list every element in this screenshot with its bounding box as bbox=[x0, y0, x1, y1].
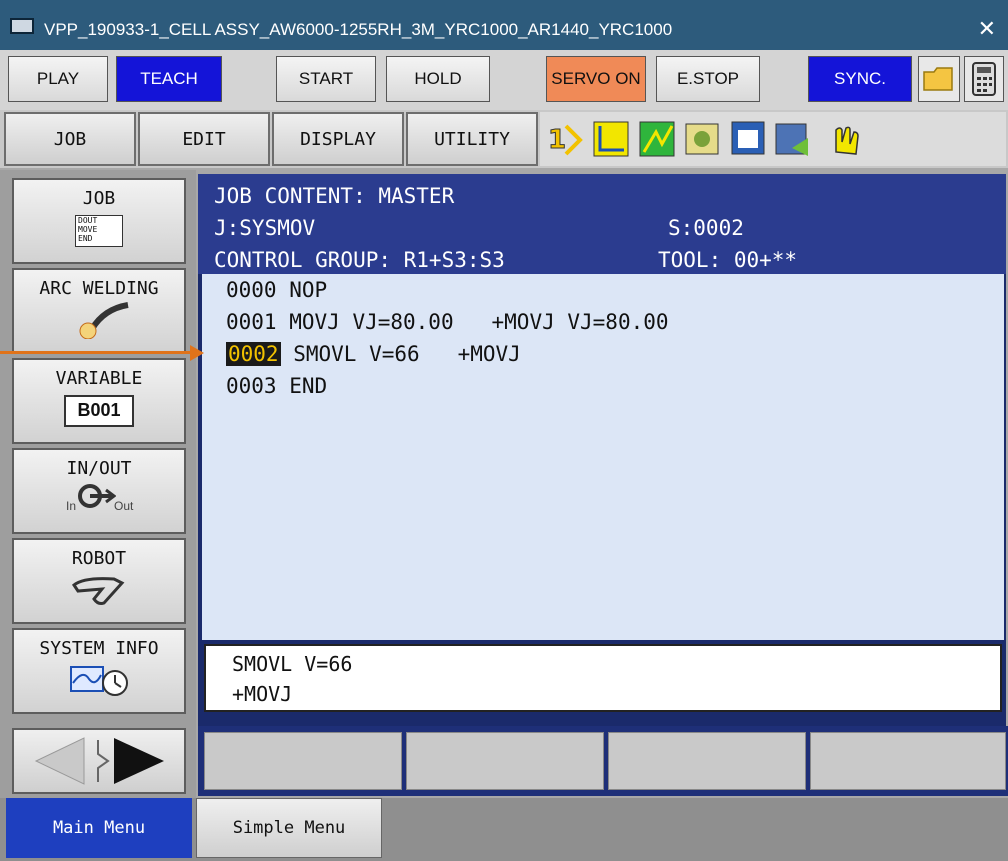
welding-torch-icon bbox=[79, 302, 129, 340]
left-menu-panel: JOB DOUT MOVE END ARC WELDING VARIABLE B… bbox=[0, 170, 196, 800]
line-instruction: MOVJ VJ=80.00 +MOVJ VJ=80.00 bbox=[289, 310, 669, 334]
function-key-2[interactable] bbox=[406, 732, 604, 790]
left-menu-robot[interactable]: ROBOT bbox=[12, 538, 186, 624]
inout-icon: In Out bbox=[14, 479, 184, 519]
sync-button[interactable]: SYNC. bbox=[808, 56, 912, 102]
job-icon-line: DOUT bbox=[78, 216, 98, 225]
function-key-3[interactable] bbox=[608, 732, 806, 790]
page-icon bbox=[775, 123, 808, 156]
simple-menu-tab[interactable]: Simple Menu bbox=[196, 798, 382, 858]
estop-button[interactable]: E.STOP bbox=[656, 56, 760, 102]
pointer-arrow-head bbox=[190, 345, 204, 361]
inout-out-label: Out bbox=[114, 499, 134, 513]
job-lines-area[interactable]: 0000 NOP 0001 MOVJ VJ=80.00 +MOVJ VJ=80.… bbox=[202, 274, 1004, 640]
left-menu-job-label: JOB bbox=[82, 188, 116, 209]
hand-icon bbox=[835, 126, 859, 155]
pointer-arrow bbox=[0, 351, 198, 354]
play-button[interactable]: PLAY bbox=[8, 56, 108, 102]
line-instruction: SMOVL V=66 +MOVJ bbox=[293, 342, 521, 366]
job-line-current[interactable]: 0002 SMOVL V=66 +MOVJ bbox=[226, 342, 521, 366]
utility-menu-button[interactable]: UTILITY bbox=[406, 112, 538, 166]
job-line[interactable]: 0000 NOP bbox=[226, 278, 327, 302]
status-icons-area: 1 bbox=[540, 112, 1006, 166]
system-info-icon bbox=[70, 666, 128, 696]
line-number: 0001 bbox=[226, 310, 277, 334]
page-navigation bbox=[12, 728, 186, 794]
left-menu-system-info-label: SYSTEM INFO bbox=[39, 638, 159, 659]
job-header: JOB CONTENT: MASTER J:SYSMOV S:0002 CONT… bbox=[198, 174, 1006, 274]
function-key-1[interactable] bbox=[204, 732, 402, 790]
tool-icon bbox=[731, 121, 765, 155]
function-key-4[interactable] bbox=[810, 732, 1006, 790]
line-number: 0000 bbox=[226, 278, 277, 302]
line-instruction: NOP bbox=[289, 278, 328, 302]
left-menu-inout[interactable]: IN/OUT In Out bbox=[12, 448, 186, 534]
tool-number: TOOL: 00+** bbox=[658, 248, 798, 272]
left-menu-arc-welding-label: ARC WELDING bbox=[39, 278, 159, 299]
job-content-title: JOB CONTENT: MASTER bbox=[214, 184, 455, 208]
coordinate-icon bbox=[593, 121, 629, 157]
job-file-icon: DOUT MOVE END bbox=[75, 215, 123, 247]
job-line[interactable]: 0003 END bbox=[226, 374, 327, 398]
svg-text:1: 1 bbox=[548, 125, 566, 155]
menu-toolbar: JOB EDIT DISPLAY UTILITY 1 bbox=[0, 110, 1008, 168]
app-icon bbox=[10, 18, 34, 34]
mode-toolbar: PLAY TEACH START HOLD SERVO ON E.STOP SY… bbox=[0, 50, 1008, 110]
step-number: S:0002 bbox=[668, 216, 744, 240]
start-button[interactable]: START bbox=[276, 56, 376, 102]
function-key-bar bbox=[198, 726, 1008, 796]
edit-line-2: +MOVJ bbox=[232, 682, 293, 706]
left-menu-variable-label: VARIABLE bbox=[55, 368, 143, 389]
inout-in-label: In bbox=[66, 499, 77, 513]
display-menu-button[interactable]: DISPLAY bbox=[272, 112, 404, 166]
next-page-icon bbox=[114, 738, 164, 784]
job-icon-line: MOVE bbox=[78, 225, 98, 234]
teach-button[interactable]: TEACH bbox=[116, 56, 222, 102]
job-line[interactable]: 0001 MOVJ VJ=80.00 +MOVJ VJ=80.00 bbox=[226, 310, 669, 334]
main-menu-tab[interactable]: Main Menu bbox=[6, 798, 192, 858]
speed-icon bbox=[639, 121, 675, 157]
job-icon-line: END bbox=[78, 234, 93, 243]
left-menu-inout-label: IN/OUT bbox=[66, 458, 132, 479]
variable-value-box: B001 bbox=[64, 395, 134, 427]
close-icon[interactable]: ✕ bbox=[978, 16, 996, 42]
job-name: J:SYSMOV bbox=[214, 216, 316, 240]
robot-arm-icon bbox=[71, 577, 125, 605]
hold-button[interactable]: HOLD bbox=[386, 56, 490, 102]
servo-on-button[interactable]: SERVO ON bbox=[546, 56, 646, 102]
edit-menu-button[interactable]: EDIT bbox=[138, 112, 270, 166]
line-cursor: 0002 bbox=[226, 342, 281, 366]
line-number: 0003 bbox=[226, 374, 277, 398]
line-instruction: END bbox=[289, 374, 328, 398]
edit-line-1: SMOVL V=66 bbox=[232, 652, 353, 676]
folder-icon[interactable] bbox=[918, 56, 960, 102]
axis-order-icon: 1 bbox=[548, 125, 583, 156]
instruction-edit-buffer[interactable]: SMOVL V=66 +MOVJ bbox=[204, 644, 1002, 712]
keypad-icon[interactable] bbox=[964, 56, 1004, 102]
control-group: CONTROL GROUP: R1+S3:S3 bbox=[214, 248, 505, 272]
left-menu-arc-welding[interactable]: ARC WELDING bbox=[12, 268, 186, 354]
window-title: VPP_190933-1_CELL ASSY_AW6000-1255RH_3M_… bbox=[44, 20, 673, 39]
left-menu-variable[interactable]: VARIABLE B001 bbox=[12, 358, 186, 444]
left-menu-job[interactable]: JOB DOUT MOVE END bbox=[12, 178, 186, 264]
window-titlebar: VPP_190933-1_CELL ASSY_AW6000-1255RH_3M_… bbox=[0, 0, 1008, 50]
job-content-screen: JOB CONTENT: MASTER J:SYSMOV S:0002 CONT… bbox=[198, 174, 1006, 726]
footer-bar: Main Menu Simple Menu bbox=[0, 798, 1008, 861]
left-menu-robot-label: ROBOT bbox=[71, 548, 127, 569]
prev-page-icon bbox=[34, 737, 85, 785]
manual-icon bbox=[685, 123, 719, 155]
left-menu-system-info[interactable]: SYSTEM INFO bbox=[12, 628, 186, 714]
job-menu-button[interactable]: JOB bbox=[4, 112, 136, 166]
